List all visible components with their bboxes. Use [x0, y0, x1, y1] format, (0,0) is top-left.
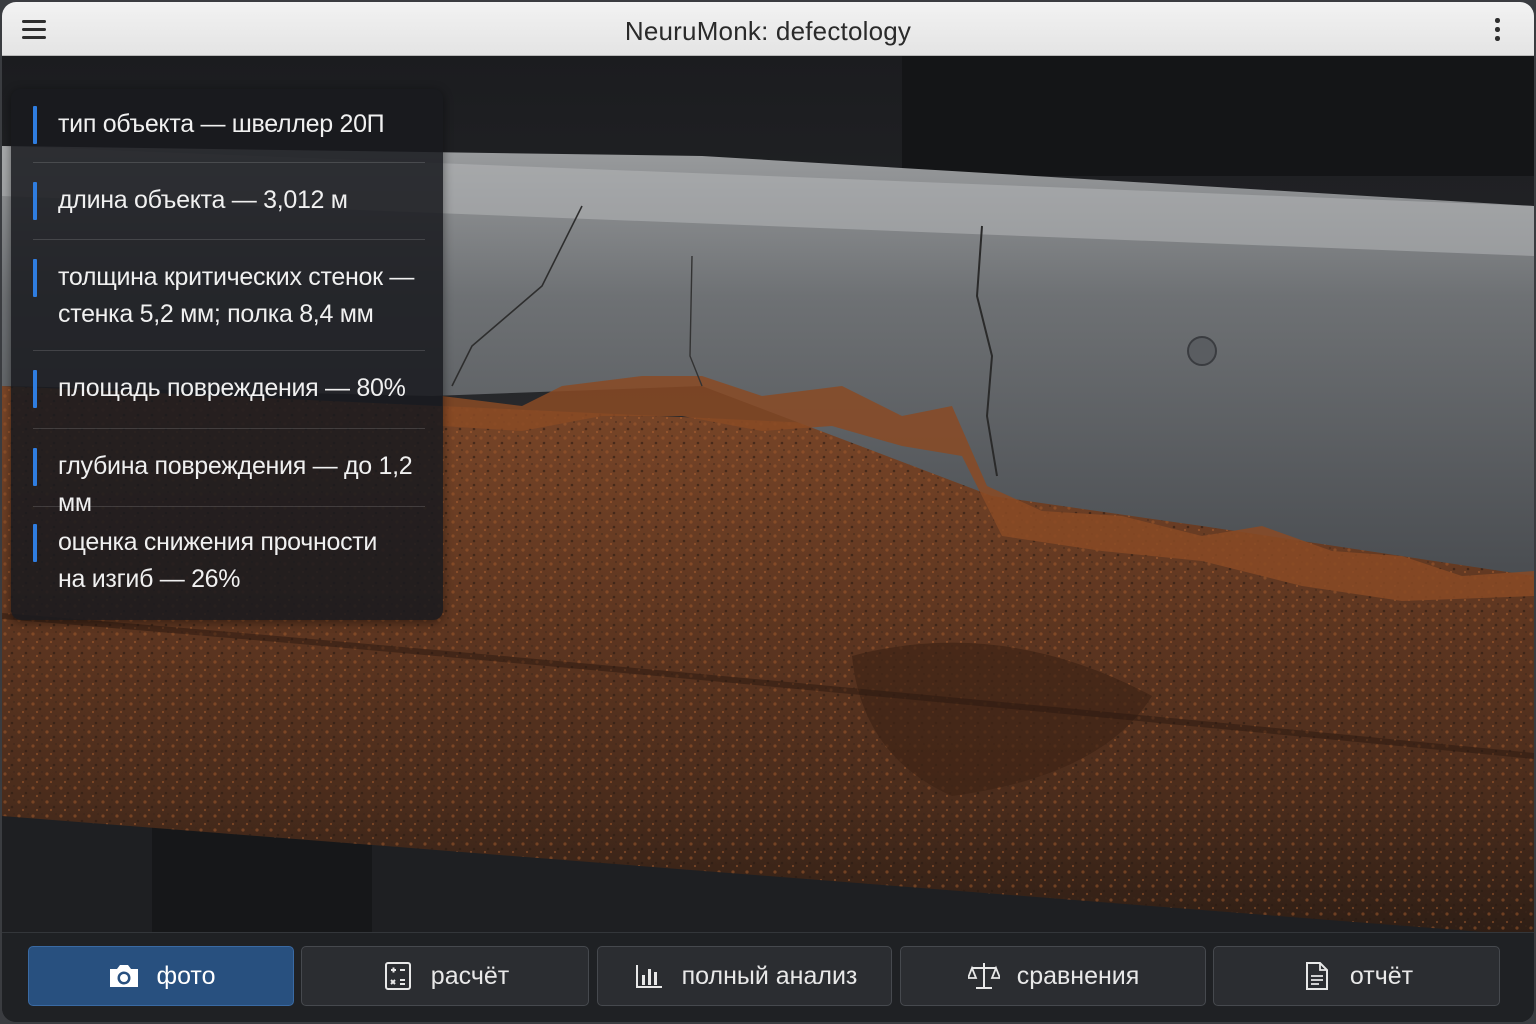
full-analysis-button[interactable]: полный анализ [597, 946, 892, 1006]
info-text: оценка снижения прочности на изгиб — 26% [58, 528, 378, 593]
calculator-icon [381, 960, 415, 992]
bar-chart-icon [632, 960, 666, 992]
info-row-damage-area: площадь повреждения — 80% [33, 351, 425, 429]
app-window: NeuruMonk: defectology тип объекта — шве… [2, 2, 1534, 1022]
report-button[interactable]: отчёт [1213, 946, 1500, 1006]
row-accent [33, 524, 37, 562]
info-text: длина объекта — 3,012 м [58, 186, 348, 214]
document-icon [1300, 960, 1334, 992]
info-text: тип объекта — швеллер 20П [58, 110, 385, 138]
row-accent [33, 182, 37, 220]
title-bar: NeuruMonk: defectology [2, 2, 1534, 56]
scales-icon [967, 960, 1001, 992]
photo-button[interactable]: фото [28, 946, 294, 1006]
info-row-strength-reduction: оценка снижения прочности на изгиб — 26% [33, 507, 425, 617]
photo-button-label: фото [156, 961, 216, 990]
info-row-wall-thickness: толщина критических стенок — стенка 5,2 … [33, 240, 425, 351]
bottom-toolbar: фото расчёт полный анализ сравнения отчё… [2, 932, 1534, 1022]
camera-icon [107, 960, 141, 992]
row-accent [33, 370, 37, 408]
window-title: NeuruMonk: defectology [624, 16, 912, 46]
defect-info-panel: тип объекта — швеллер 20П длина объекта … [11, 89, 443, 620]
full-analysis-button-label: полный анализ [681, 961, 858, 990]
comparisons-button-label: сравнения [1016, 961, 1140, 990]
info-row-object-type: тип объекта — швеллер 20П [33, 89, 425, 163]
info-text: толщина критических стенок — стенка 5,2 … [58, 263, 415, 328]
calculation-button-label: расчёт [430, 961, 510, 990]
row-accent [33, 106, 37, 144]
calculation-button[interactable]: расчёт [301, 946, 589, 1006]
info-row-damage-depth: глубина повреждения — до 1,2 мм [33, 429, 425, 517]
info-text: площадь повреждения — 80% [58, 374, 406, 402]
comparisons-button[interactable]: сравнения [900, 946, 1206, 1006]
row-accent [33, 259, 37, 297]
row-accent [33, 448, 37, 486]
info-row-object-length: длина объекта — 3,012 м [33, 163, 425, 240]
report-button-label: отчёт [1349, 961, 1414, 990]
more-options-icon[interactable] [1492, 18, 1502, 42]
